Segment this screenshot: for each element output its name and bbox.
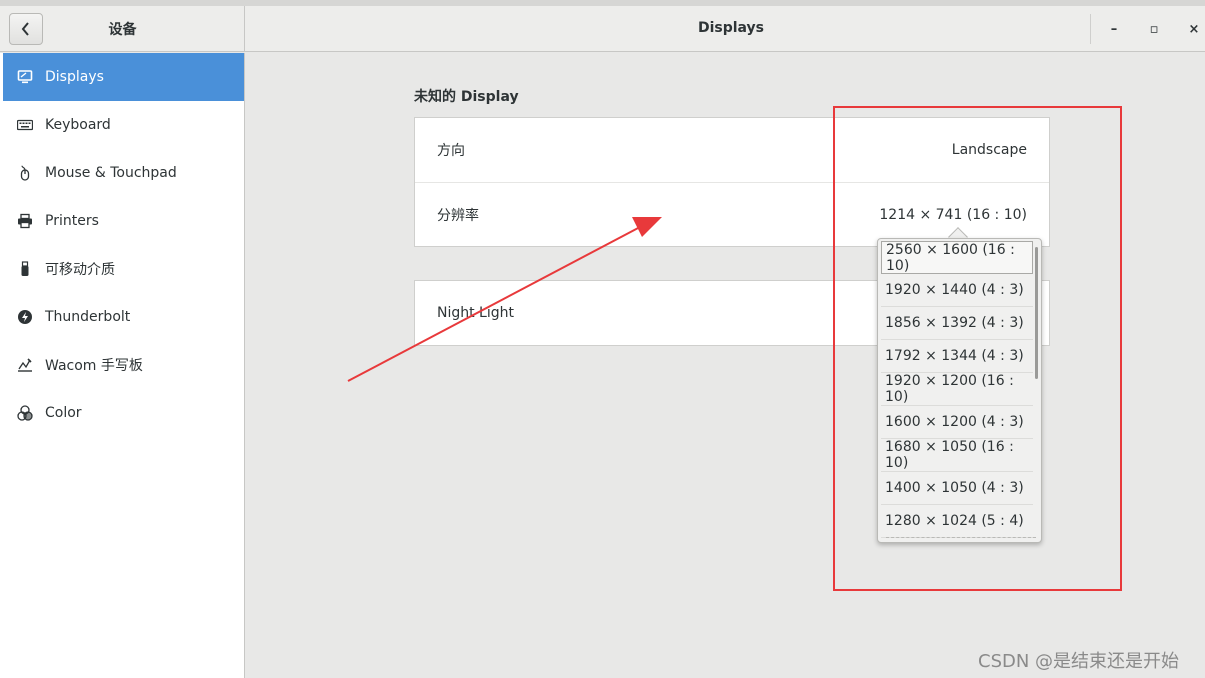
sidebar-item-mouse-touchpad[interactable]: Mouse & Touchpad: [3, 149, 244, 197]
annotation-highlight-box: [833, 106, 1122, 591]
sidebar-item-label: Displays: [45, 69, 104, 85]
sidebar-item-label: Color: [45, 405, 82, 421]
header-separator: [1090, 14, 1091, 44]
sidebar: Displays Keyboard Mouse & Touchpad Print…: [0, 53, 245, 678]
close-button[interactable]: ×: [1183, 18, 1205, 40]
sidebar-item-label: Wacom 手写板: [45, 358, 143, 374]
page-title: Displays: [697, 20, 765, 36]
orientation-label: 方向: [437, 143, 465, 159]
sidebar-item-label: Keyboard: [45, 117, 111, 133]
watermark: CSDN @是结束还是开始: [978, 651, 1180, 672]
sidebar-item-printers[interactable]: Printers: [3, 197, 244, 245]
sidebar-item-keyboard[interactable]: Keyboard: [3, 101, 244, 149]
sidebar-item-label: 可移动介质: [45, 262, 115, 278]
maximize-button[interactable]: ▫: [1143, 18, 1165, 40]
annotation-arrow: [347, 217, 662, 382]
header-bar: 设备 Displays – ▫ ×: [0, 6, 1205, 52]
sidebar-item-label: Mouse & Touchpad: [45, 165, 177, 181]
mouse-icon: [17, 165, 33, 181]
keyboard-icon: [17, 117, 33, 133]
sidebar-item-label: Printers: [45, 213, 99, 229]
sidebar-item-wacom-tablet[interactable]: Wacom 手写板: [3, 341, 244, 389]
header-left-title: 设备: [108, 22, 137, 38]
display-section-title: 未知的 Display: [414, 89, 519, 105]
usb-drive-icon: [17, 261, 33, 277]
thunderbolt-icon: [17, 309, 33, 325]
header-left-pane: 设备: [0, 6, 245, 52]
display-icon: [17, 69, 33, 85]
sidebar-item-label: Thunderbolt: [45, 309, 131, 325]
minimize-button[interactable]: –: [1103, 18, 1125, 40]
sidebar-item-removable-media[interactable]: 可移动介质: [3, 245, 244, 293]
sidebar-item-displays[interactable]: Displays: [3, 53, 244, 101]
tablet-icon: [17, 357, 33, 373]
sidebar-item-color[interactable]: Color: [3, 389, 244, 437]
color-icon: [17, 405, 33, 421]
sidebar-item-thunderbolt[interactable]: Thunderbolt: [3, 293, 244, 341]
printer-icon: [17, 213, 33, 229]
